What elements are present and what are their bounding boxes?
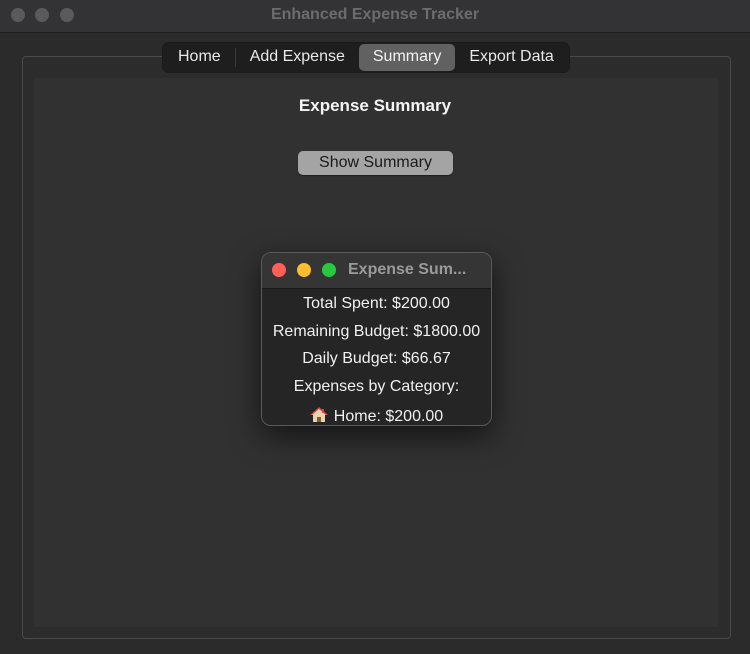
tab-summary[interactable]: Summary: [358, 44, 456, 71]
tab-bar: Home Add Expense Summary Export Data: [163, 43, 569, 72]
total-spent-label: Total Spent: $200.00: [303, 295, 450, 312]
popup-title: Expense Sum...: [348, 261, 467, 278]
show-summary-button[interactable]: Show Summary: [298, 151, 453, 175]
remaining-budget-label: Remaining Budget: $1800.00: [272, 323, 481, 340]
category-home-row: Home: $200.00: [262, 405, 491, 425]
tab-add-expense[interactable]: Add Expense: [236, 44, 359, 71]
window-titlebar[interactable]: Enhanced Expense Tracker: [0, 0, 750, 33]
popup-close-button[interactable]: [272, 263, 286, 277]
tab-home[interactable]: Home: [164, 44, 235, 71]
house-icon: [309, 407, 328, 423]
summary-popup-window: Expense Sum... Total Spent: $200.00 Rema…: [261, 252, 492, 426]
main-window: Enhanced Expense Tracker Home Add Expens…: [0, 0, 750, 654]
popup-minimize-button[interactable]: [297, 263, 311, 277]
category-header-label: Expenses by Category:: [293, 378, 460, 395]
category-home-label: Home: $200.00: [333, 408, 444, 425]
daily-budget-label: Daily Budget: $66.67: [302, 350, 451, 367]
popup-zoom-button[interactable]: [322, 263, 336, 277]
page-title: Expense Summary: [298, 96, 452, 115]
window-title: Enhanced Expense Tracker: [270, 6, 480, 23]
popup-titlebar[interactable]: Expense Sum...: [262, 253, 491, 289]
tab-export-data[interactable]: Export Data: [455, 44, 567, 71]
